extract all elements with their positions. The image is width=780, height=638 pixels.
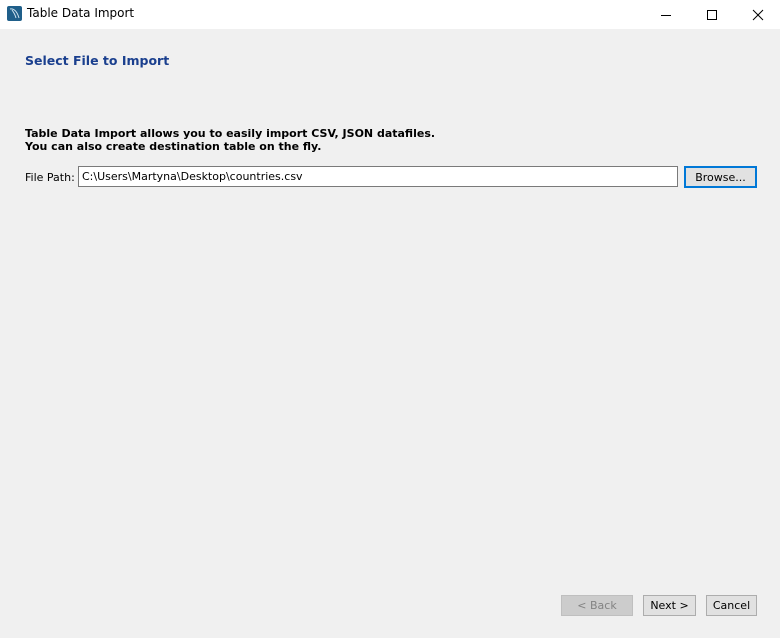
file-path-label: File Path: [25, 171, 75, 184]
maximize-icon [707, 9, 717, 20]
title-bar: Table Data Import [0, 0, 780, 29]
minimize-icon [661, 14, 671, 16]
window-title: Table Data Import [27, 6, 135, 20]
maximize-button[interactable] [689, 0, 735, 29]
minimize-button[interactable] [643, 0, 689, 29]
close-button[interactable] [735, 0, 780, 29]
description-line-1: Table Data Import allows you to easily i… [25, 127, 436, 140]
description: Table Data Import allows you to easily i… [25, 127, 435, 153]
cancel-button[interactable]: Cancel [706, 595, 757, 616]
description-line-2: You can also create destination table on… [25, 140, 322, 153]
back-button[interactable]: < Back [561, 595, 633, 616]
browse-button[interactable]: Browse... [684, 166, 757, 188]
page-heading: Select File to Import [25, 53, 170, 68]
app-icon [7, 6, 22, 21]
next-button[interactable]: Next > [643, 595, 696, 616]
file-path-input[interactable] [78, 166, 678, 187]
close-icon [752, 9, 764, 20]
